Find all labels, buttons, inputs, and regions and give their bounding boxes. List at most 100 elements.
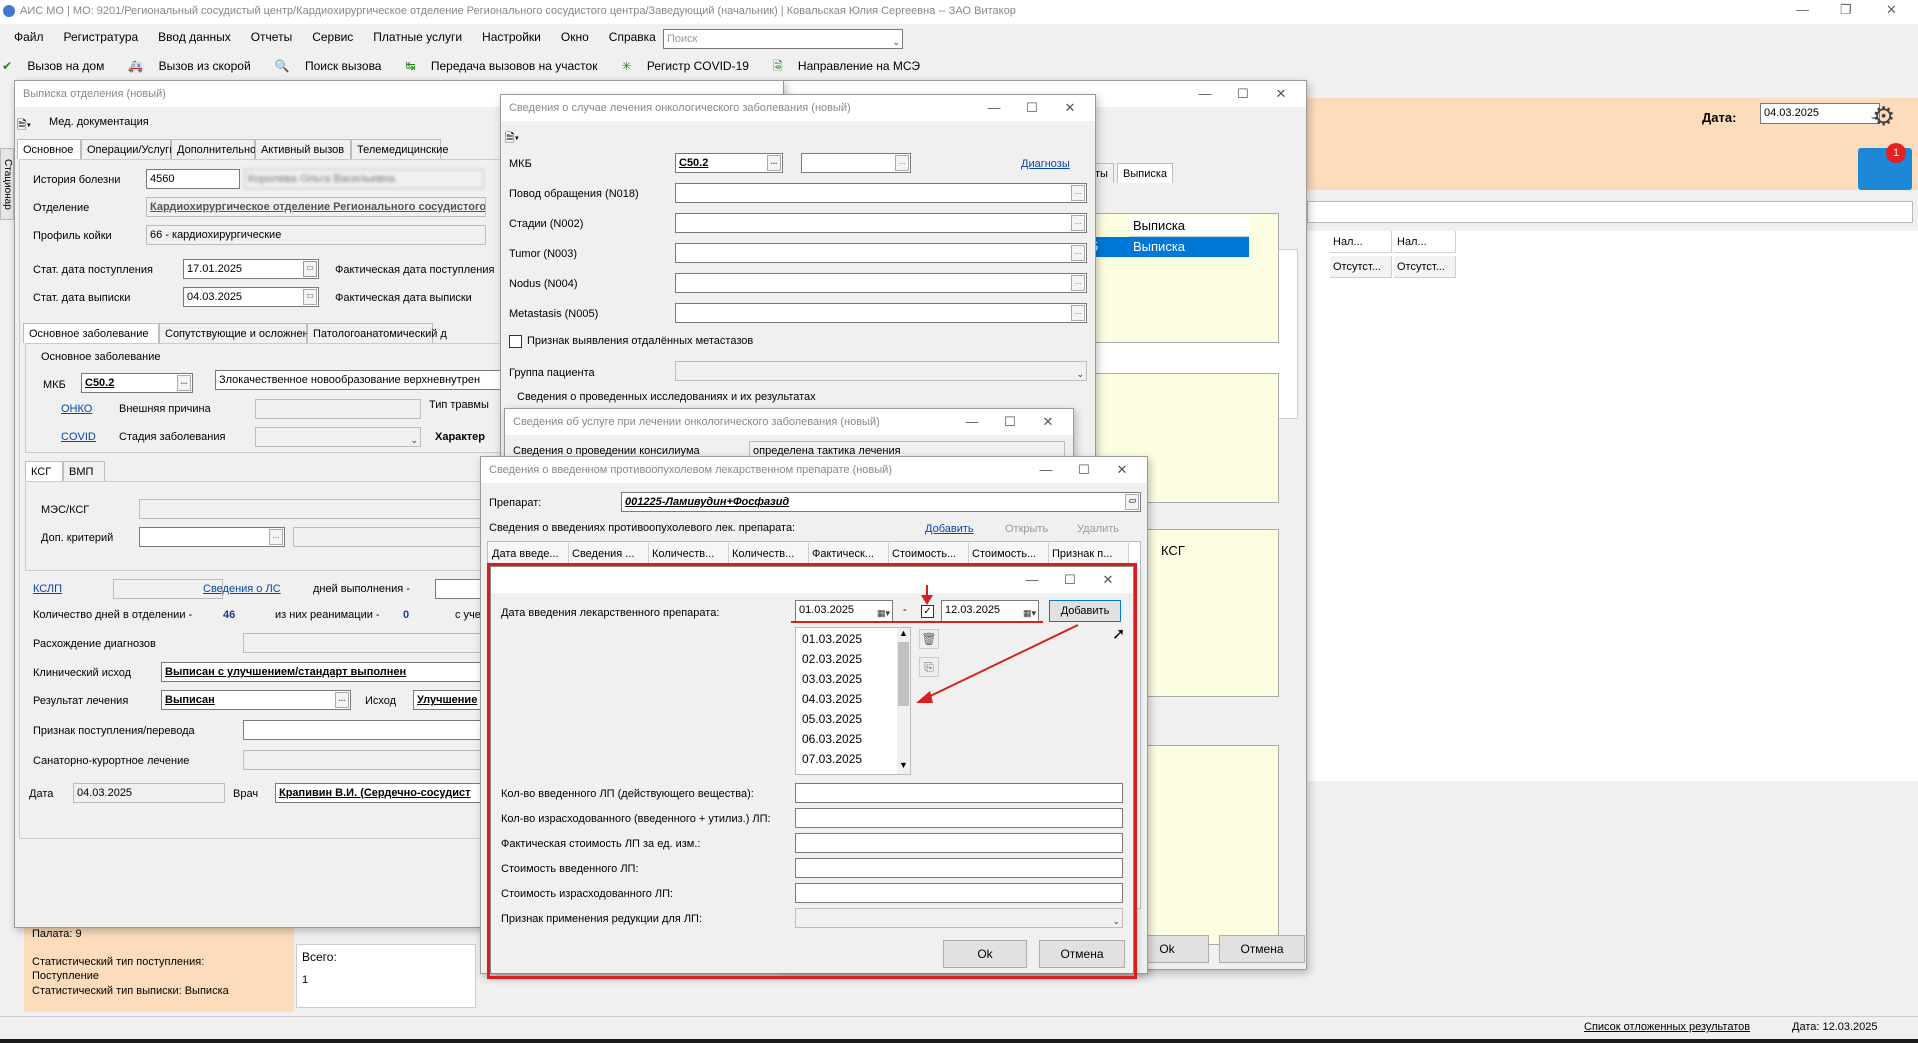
outcome-field[interactable]: Выписан с улучшением/стандарт выполнен <box>161 662 513 682</box>
bg-filter-field[interactable] <box>1307 201 1913 223</box>
maximize-icon[interactable]: ☐ <box>991 411 1029 433</box>
menu-item[interactable]: Ввод данных <box>158 30 231 44</box>
stage-select[interactable]: ⌄ <box>255 427 421 447</box>
menu-item[interactable]: Файл <box>14 30 44 44</box>
maximize-icon[interactable]: ☐ <box>1065 459 1103 481</box>
research-label: Сведения о проведенных исследованиях и и… <box>517 391 816 403</box>
onco-row-field[interactable]: ... <box>675 213 1087 233</box>
tab-3[interactable]: Активный вызов <box>255 139 351 159</box>
tab-discharge[interactable]: Выписка <box>1117 163 1174 183</box>
table-header[interactable]: Дата введе... <box>489 543 569 565</box>
list-item-selected[interactable]: 5 <box>1091 237 1129 257</box>
onco-row-field[interactable]: ... <box>675 183 1087 203</box>
onco-row-field[interactable]: ... <box>675 303 1087 323</box>
ksg-tab-1[interactable]: ВМП <box>63 461 105 481</box>
table-header[interactable]: Количеств... <box>649 543 729 565</box>
subtab-0[interactable]: Основное заболевание <box>23 323 159 343</box>
kslp-link[interactable]: КСЛП <box>33 583 62 595</box>
onko-link[interactable]: ОНКО <box>61 403 92 415</box>
menu-item[interactable]: Настройки <box>482 30 541 44</box>
toolbar-item[interactable]: 🗟 Направление на МСЭ <box>773 59 932 73</box>
tab-1[interactable]: Операции/Услуги <box>81 139 175 159</box>
table-header[interactable]: Признак п... <box>1049 543 1129 565</box>
admission-field[interactable] <box>243 720 513 740</box>
onco-mkb-field[interactable]: С50.2... <box>675 153 783 173</box>
onco-row-field[interactable]: ... <box>675 243 1087 263</box>
menu-item[interactable]: Платные услуги <box>373 30 462 44</box>
ls-link[interactable]: Сведения о ЛС <box>203 583 281 595</box>
table-header[interactable]: Стоимость... <box>889 543 969 565</box>
minimize-icon[interactable]: — <box>953 411 991 433</box>
open-admin-link[interactable]: Открыть <box>1005 523 1048 535</box>
toolbar-item[interactable]: ✳ Регистр COVID-19 <box>621 59 760 73</box>
dop-field[interactable]: ... <box>139 527 285 547</box>
gear-icon[interactable]: ⚙ <box>1872 101 1895 132</box>
diagnoses-link[interactable]: Диагнозы <box>1021 158 1070 170</box>
menu-item[interactable]: Справка <box>609 30 656 44</box>
patient-group-select[interactable]: ⌄ <box>675 361 1087 381</box>
menu-item[interactable]: Сервис <box>312 30 353 44</box>
stat-out-date[interactable]: 04.03.2025 ▭ <box>183 287 319 307</box>
dots-icon[interactable]: ... <box>1071 245 1085 261</box>
date-picker[interactable]: 04.03.2025 ⌄ <box>1760 103 1880 124</box>
drug-field[interactable]: 001225-Ламивудин+Фосфазид ▭ <box>621 492 1141 512</box>
minimize-icon[interactable]: — <box>1027 459 1065 481</box>
mkb-field[interactable]: С50.2... <box>81 373 193 393</box>
doc-icon[interactable]: 🗎▾ <box>17 116 31 137</box>
history-field[interactable]: 4560 <box>146 169 240 189</box>
table-header[interactable]: Количеств... <box>729 543 809 565</box>
minimize-icon[interactable]: — <box>975 97 1013 119</box>
add-admin-link[interactable]: Добавить <box>925 523 974 535</box>
metastasis-checkbox[interactable] <box>509 335 522 348</box>
list-item-selected[interactable]: Выписка <box>1129 237 1249 257</box>
tab-0[interactable]: Основное <box>17 139 81 159</box>
dots-icon[interactable]: ... <box>1071 275 1085 291</box>
onco-row-field[interactable]: ... <box>675 273 1087 293</box>
close-icon[interactable]: ✕ <box>1103 459 1141 481</box>
close-icon[interactable]: ✕ <box>1051 97 1089 119</box>
dots-icon[interactable]: ... <box>1071 185 1085 201</box>
table-header[interactable]: Стоимость... <box>969 543 1049 565</box>
menu-item[interactable]: Окно <box>561 30 589 44</box>
onco-mkb-field2[interactable]: ... <box>801 153 911 173</box>
tab-4[interactable]: Телемедицинские <box>351 139 449 159</box>
toolbar-item[interactable]: ✔ Вызов на дом <box>2 59 116 73</box>
admission-label: Признак поступления/перевода <box>33 725 195 737</box>
grid-header[interactable]: Нал... <box>1394 231 1456 253</box>
doc-icon[interactable]: 🗎▾ <box>505 129 519 150</box>
covid-link[interactable]: COVID <box>61 431 96 443</box>
grid-header[interactable]: Нал... <box>1330 231 1392 253</box>
table-header[interactable]: Фактическ... <box>809 543 889 565</box>
close-button[interactable]: ✕ <box>1886 2 1897 18</box>
pending-results-link[interactable]: Список отложенных результатов <box>1584 1021 1750 1033</box>
side-tab-stationary[interactable]: Стационар <box>0 148 14 220</box>
maximize-icon[interactable]: ☐ <box>1013 97 1051 119</box>
dots-icon[interactable]: ... <box>1071 305 1085 321</box>
subtab-1[interactable]: Сопутствующие и осложнения <box>159 323 321 343</box>
cancel-button-bg[interactable]: Отмена <box>1219 935 1305 963</box>
tab-2[interactable]: Дополнительно <box>171 139 256 159</box>
subtab-2[interactable]: Патологоанатомический д <box>307 323 447 343</box>
minimize-button[interactable]: — <box>1796 2 1809 17</box>
med-doc-menu[interactable]: Мед. документация <box>49 116 149 128</box>
ksg-tab-0[interactable]: КСГ <box>25 461 63 481</box>
restore-button[interactable]: ❐ <box>1840 2 1852 18</box>
maximize-icon[interactable]: ☐ <box>1224 83 1262 105</box>
doctor-field[interactable]: Крапивин В.И. (Сердечно-сосудист <box>275 783 513 803</box>
close-icon[interactable]: ✕ <box>1262 83 1300 105</box>
result-field[interactable]: Выписан... <box>161 690 351 710</box>
toolbar-item[interactable]: ↹ Передача вызовов на участок <box>405 59 609 73</box>
minimize-icon[interactable]: — <box>1186 83 1224 105</box>
stat-in-date[interactable]: 17.01.2025 ▭ <box>183 259 319 279</box>
discharge-type-label: Статистический тип выписки: Выписка <box>32 985 229 997</box>
menu-item[interactable]: Отчеты <box>251 30 292 44</box>
ext-cause-label: Внешняя причина <box>119 403 211 415</box>
search-input[interactable]: Поиск ⌄ <box>663 29 903 49</box>
table-header[interactable]: Сведения ... <box>569 543 649 565</box>
menu-item[interactable]: Регистратура <box>64 30 139 44</box>
toolbar-item[interactable]: 🔍 Поиск вызова <box>275 59 394 73</box>
toolbar-item[interactable]: 🚑 Вызов из скорой <box>128 59 262 73</box>
close-icon[interactable]: ✕ <box>1029 411 1067 433</box>
dots-icon[interactable]: ... <box>1071 215 1085 231</box>
delete-admin-link[interactable]: Удалить <box>1077 523 1119 535</box>
